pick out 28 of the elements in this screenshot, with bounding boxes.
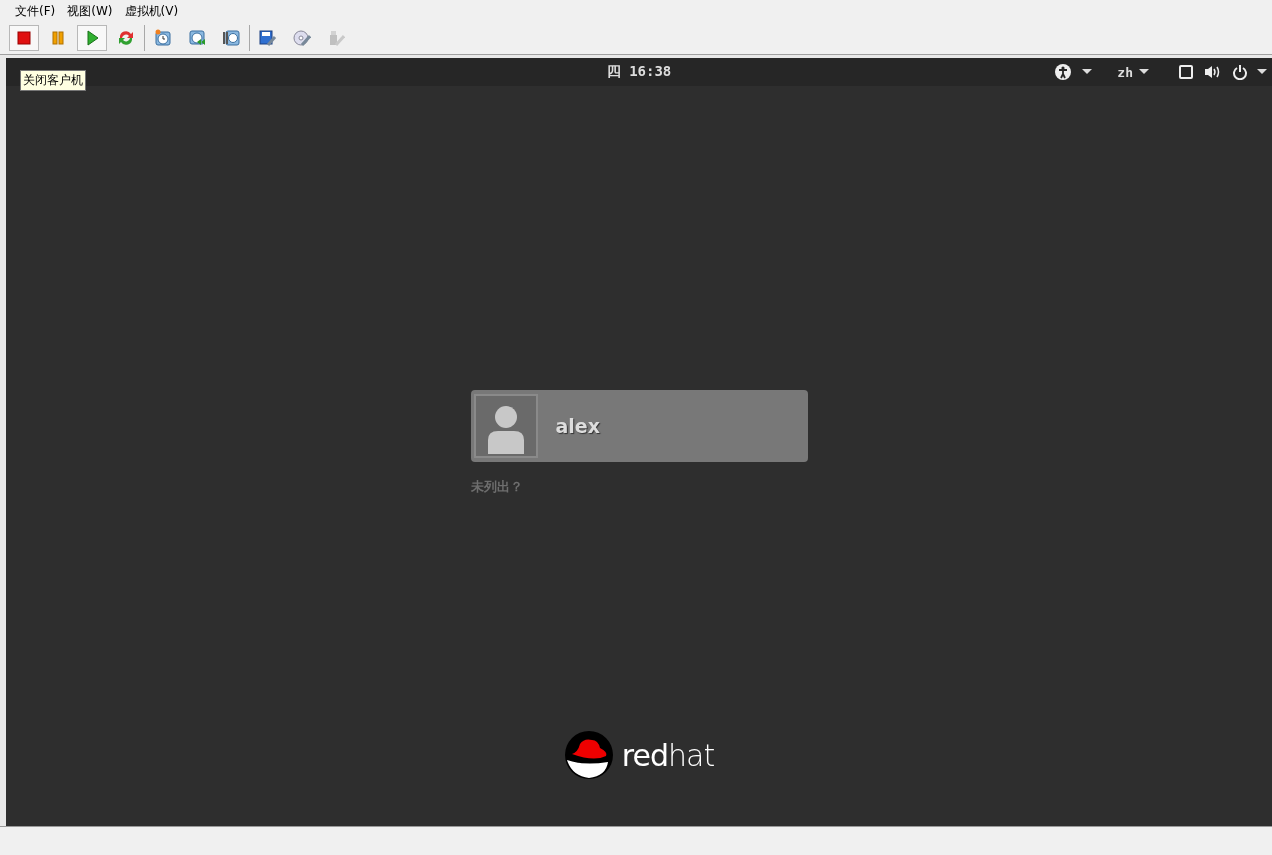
power-icon[interactable] (1232, 64, 1248, 80)
menu-item[interactable]: 虚拟机(V) (124, 2, 179, 20)
menu-item[interactable]: 文件(F) (15, 2, 56, 20)
refresh-icon (117, 29, 135, 47)
floppy-wrench-icon (259, 29, 277, 47)
language-menu[interactable]: zh (1117, 64, 1133, 80)
clock[interactable]: 四 16:38 (606, 63, 672, 81)
caret-icon[interactable] (1138, 68, 1150, 76)
logo-text: redhat (621, 737, 715, 773)
volume-icon[interactable] (1204, 64, 1222, 80)
menu-item[interactable]: 视图(W) (67, 2, 113, 20)
avatar-icon (473, 394, 538, 458)
clock-tool-icon (222, 29, 240, 47)
stop-icon (15, 29, 33, 47)
caret-icon[interactable] (1256, 68, 1268, 76)
toolbar-button[interactable] (9, 25, 39, 51)
clock-icon (154, 29, 172, 47)
clock-rewind-icon (188, 29, 206, 47)
accessibility-icon[interactable] (1053, 62, 1074, 82)
user-name: alex (555, 415, 600, 437)
usb-wrench-icon (327, 29, 345, 47)
screen-icon[interactable] (1178, 64, 1194, 80)
caret-icon[interactable] (1081, 68, 1094, 76)
pause-icon (49, 29, 67, 47)
hat-logo-icon (563, 730, 614, 780)
tooltip: 关闭客户机 (20, 70, 86, 91)
toolbar-button[interactable] (77, 25, 107, 51)
disc-wrench-icon (293, 29, 311, 47)
